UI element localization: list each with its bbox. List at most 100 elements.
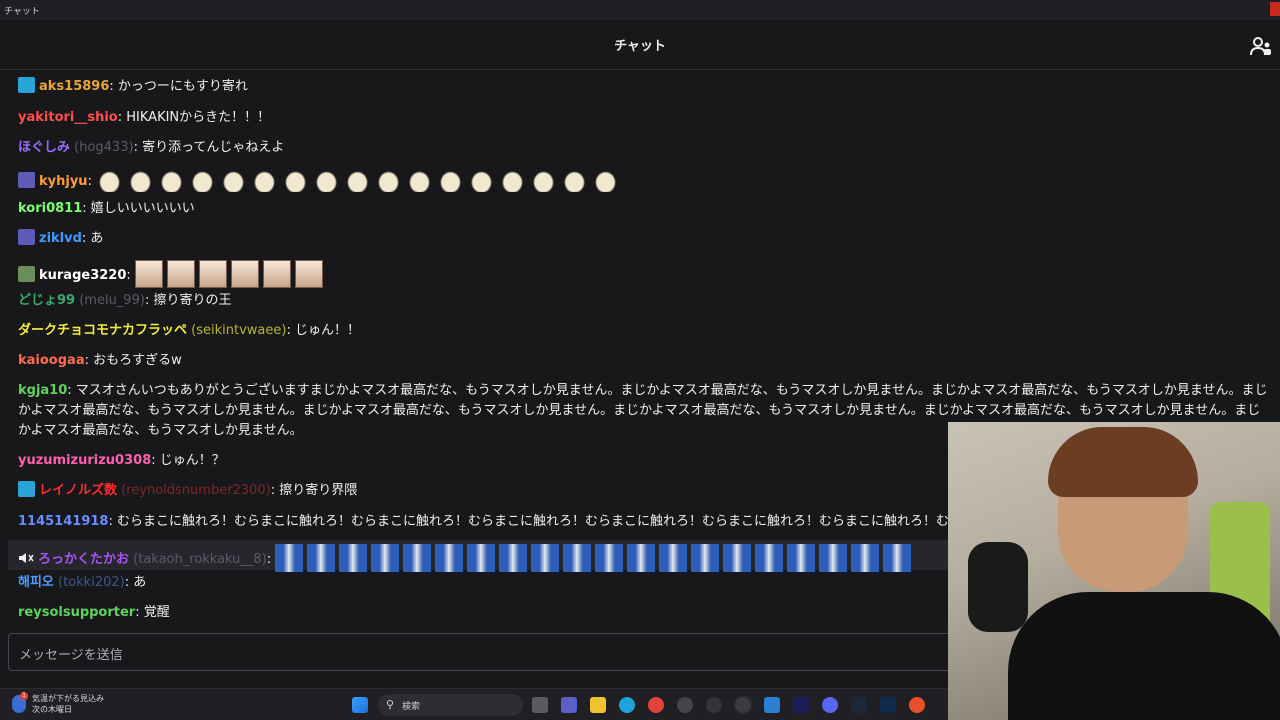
chat-username[interactable]: レイノルズ数 bbox=[39, 483, 117, 498]
dog-emote-icon[interactable] bbox=[561, 168, 589, 192]
chat-username[interactable]: reysolsupporter bbox=[18, 605, 135, 620]
dog-emote-icon[interactable] bbox=[96, 168, 124, 192]
person-emote-icon[interactable] bbox=[755, 544, 784, 572]
chat-username[interactable]: ziklvd bbox=[39, 231, 82, 246]
close-button[interactable] bbox=[1270, 2, 1280, 16]
chat-username[interactable]: yuzumizurizu0308 bbox=[18, 453, 151, 468]
dog-emote-icon[interactable] bbox=[344, 168, 372, 192]
obs-icon[interactable] bbox=[735, 697, 751, 713]
dog-emote-icon[interactable] bbox=[437, 168, 465, 192]
dog-emote-icon[interactable] bbox=[406, 168, 434, 192]
teams-icon[interactable] bbox=[561, 697, 577, 713]
photoshop-icon[interactable] bbox=[880, 697, 896, 713]
chat-username[interactable]: ダークチョコモナカフラッペ bbox=[18, 323, 187, 338]
chat-message[interactable]: ほぐしみ (hog433): 寄り添ってんじゃねえよ bbox=[18, 138, 284, 158]
person-emote-icon[interactable] bbox=[499, 544, 528, 572]
person-emote-icon[interactable] bbox=[403, 544, 432, 572]
chat-username[interactable]: aks15896 bbox=[39, 79, 109, 94]
chat-message[interactable]: kyhjyu: bbox=[18, 168, 623, 192]
dog-emote-icon[interactable] bbox=[530, 168, 558, 192]
chat-message[interactable]: kori0811: 嬉しいいいいいい bbox=[18, 199, 195, 219]
chat-username[interactable]: ほぐしみ bbox=[18, 140, 70, 155]
chat-username[interactable]: kgja10 bbox=[18, 383, 67, 398]
chat-username[interactable]: kurage3220 bbox=[39, 268, 126, 283]
app-icon[interactable] bbox=[677, 697, 693, 713]
face-emote-icon[interactable] bbox=[294, 260, 323, 288]
chat-username[interactable]: ろっかくたかお bbox=[38, 552, 129, 567]
dog-emote-icon[interactable] bbox=[375, 168, 403, 192]
person-emote-icon[interactable] bbox=[691, 544, 720, 572]
chat-message-hovered[interactable]: ろっかくたかお (takaoh_rokkaku__8): bbox=[18, 544, 930, 572]
dog-emote-icon[interactable] bbox=[127, 168, 155, 192]
chat-message[interactable]: kurage3220: bbox=[18, 260, 327, 288]
dog-emote-icon[interactable] bbox=[468, 168, 496, 192]
face-emote-icon[interactable] bbox=[198, 260, 227, 288]
person-emote-icon[interactable] bbox=[371, 544, 400, 572]
chat-message[interactable]: 1145141918: むらまこに触れろ！むらまこに触れろ！むらまこに触れろ！む… bbox=[18, 512, 950, 532]
chat-username[interactable]: 1145141918 bbox=[18, 514, 108, 529]
chat-username[interactable]: yakitori__shio bbox=[18, 110, 118, 125]
edge-icon[interactable] bbox=[619, 697, 635, 713]
person-emote-icon[interactable] bbox=[435, 544, 464, 572]
chat-username[interactable]: kori0811 bbox=[18, 201, 82, 216]
person-emote-icon[interactable] bbox=[467, 544, 496, 572]
dog-emote-icon[interactable] bbox=[158, 168, 186, 192]
chat-input[interactable]: メッセージを送信 bbox=[8, 633, 1008, 671]
person-emote-icon[interactable] bbox=[787, 544, 816, 572]
face-emote-icon[interactable] bbox=[134, 260, 163, 288]
weather-widget[interactable]: 1 気温が下がる見込み 次の木曜日 bbox=[12, 692, 104, 715]
person-emote-icon[interactable] bbox=[275, 544, 304, 572]
chat-message[interactable]: kaioogaa: おもろすぎるw bbox=[18, 351, 182, 371]
chrome-icon[interactable] bbox=[648, 697, 664, 713]
file-explorer-icon[interactable] bbox=[590, 697, 606, 713]
person-emote-icon[interactable] bbox=[851, 544, 880, 572]
dog-emote-icon[interactable] bbox=[282, 168, 310, 192]
speaker-mute-icon[interactable] bbox=[18, 551, 34, 565]
chat-message[interactable]: reysolsupporter: 覚醒 bbox=[18, 603, 170, 623]
dog-emote-icon[interactable] bbox=[251, 168, 279, 192]
chat-username[interactable]: kaioogaa bbox=[18, 353, 85, 368]
task-view-icon[interactable] bbox=[532, 697, 548, 713]
chat-text: じゅん！！ bbox=[294, 323, 360, 338]
premiere-icon[interactable] bbox=[793, 697, 809, 713]
app-icon[interactable] bbox=[764, 697, 780, 713]
person-emote-icon[interactable] bbox=[627, 544, 656, 572]
person-emote-icon[interactable] bbox=[883, 544, 912, 572]
person-emote-icon[interactable] bbox=[531, 544, 560, 572]
chat-message[interactable]: レイノルズ数 (reynoldsnumber2300): 擦り寄り界隈 bbox=[18, 481, 357, 501]
dog-emote-icon[interactable] bbox=[499, 168, 527, 192]
dog-emote-icon[interactable] bbox=[189, 168, 217, 192]
chat-username[interactable]: kyhjyu bbox=[39, 174, 88, 189]
discord-icon[interactable] bbox=[822, 697, 838, 713]
person-emote-icon[interactable] bbox=[563, 544, 592, 572]
chat-message[interactable]: ziklvd: あ bbox=[18, 229, 103, 249]
person-emote-icon[interactable] bbox=[723, 544, 752, 572]
person-emote-icon[interactable] bbox=[595, 544, 624, 572]
steam-icon[interactable] bbox=[851, 697, 867, 713]
chat-message[interactable]: yakitori__shio: HIKAKINからきた！！！ bbox=[18, 108, 270, 128]
chat-message[interactable]: aks15896: かっつーにもすり寄れ bbox=[18, 77, 248, 97]
taskbar-search[interactable]: ⚲ 検索 bbox=[378, 694, 523, 716]
dog-emote-icon[interactable] bbox=[592, 168, 620, 192]
dog-emote-icon[interactable] bbox=[313, 168, 341, 192]
ea-icon[interactable] bbox=[909, 697, 925, 713]
chat-username[interactable]: 해피오 bbox=[18, 575, 54, 590]
dog-emote-icon[interactable] bbox=[220, 168, 248, 192]
person-emote-icon[interactable] bbox=[819, 544, 848, 572]
face-emote-icon[interactable] bbox=[262, 260, 291, 288]
chat-message[interactable]: ダークチョコモナカフラッペ (seikintvwaee): じゅん！！ bbox=[18, 321, 360, 341]
chat-message[interactable]: 해피오 (tokki202): あ bbox=[18, 573, 146, 593]
chat-username[interactable]: どじょ99 bbox=[18, 293, 75, 308]
person-emote-icon[interactable] bbox=[659, 544, 688, 572]
chat-login: (tokki202) bbox=[53, 575, 125, 590]
chat-message[interactable]: yuzumizurizu0308: じゅん！？ bbox=[18, 451, 225, 471]
community-users-icon[interactable] bbox=[1250, 35, 1272, 57]
chat-message[interactable]: どじょ99 (melu_99): 擦り寄りの王 bbox=[18, 291, 231, 311]
person-emote-icon[interactable] bbox=[307, 544, 336, 572]
4k-app-icon[interactable] bbox=[706, 697, 722, 713]
windows-start-icon[interactable] bbox=[352, 697, 368, 713]
person-emote-icon[interactable] bbox=[339, 544, 368, 572]
face-emote-icon[interactable] bbox=[230, 260, 259, 288]
search-icon: ⚲ bbox=[386, 698, 395, 711]
face-emote-icon[interactable] bbox=[166, 260, 195, 288]
